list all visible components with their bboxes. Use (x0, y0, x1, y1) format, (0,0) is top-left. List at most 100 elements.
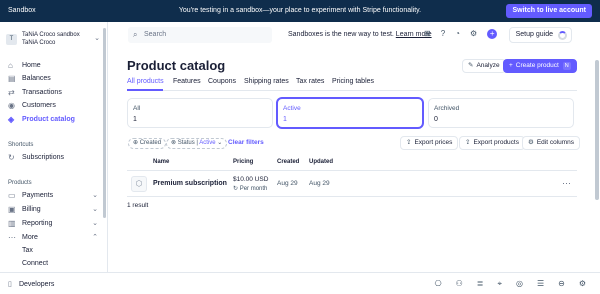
progress-ring-icon (558, 31, 567, 40)
help-icon[interactable]: ? (441, 29, 445, 39)
tab-all-products[interactable]: All products (127, 78, 164, 85)
clear-filters-link[interactable]: Clear filters (228, 139, 264, 146)
shell-icon[interactable]: ☰ (537, 279, 544, 289)
sandbox-notice-text: Sandboxes is the new way to test. (288, 31, 394, 38)
events-icon[interactable]: ⚇ (456, 279, 463, 289)
tab-divider (127, 90, 577, 91)
sidebar-item-customers[interactable]: ◉ Customers (8, 100, 102, 112)
product-image-icon: ⬡ (131, 176, 147, 192)
home-icon: ⌂ (8, 61, 13, 70)
tab-tax-rates[interactable]: Tax rates (296, 78, 324, 85)
edit-columns-button[interactable]: ⚙ Edit columns (522, 136, 581, 150)
apps-icon[interactable]: ⊞ (424, 29, 431, 39)
sandbox-banner: Sandbox You're testing in a sandbox—your… (0, 0, 600, 22)
card-label: Archived (434, 105, 460, 112)
terminal-icon: ▯ (8, 281, 12, 288)
inspect-icon[interactable]: ⌖ (497, 279, 502, 289)
column-header[interactable]: Updated (309, 159, 333, 165)
bottom-bar: ▯ Developers ⎔ ⚇ ≣ ⌖ ◎ ☰ ⊖ ⚙ (0, 272, 600, 294)
sidebar-item-billing[interactable]: ▣ Billing ⌄ (8, 204, 102, 216)
sidebar-item-label: Customers (22, 102, 56, 109)
search-placeholder: Search (144, 31, 167, 38)
product-name[interactable]: Premium subscription (153, 180, 227, 187)
product-price: $10.00 USD (233, 176, 269, 183)
developers-button[interactable]: ▯ Developers (8, 280, 54, 288)
sidebar-item-balances[interactable]: ▤ Balances (8, 73, 102, 85)
account-subname: TaNiA Croco (22, 40, 56, 46)
sidebar-item-label: More (22, 234, 38, 241)
card-label: Active (283, 105, 301, 112)
settings-icon[interactable]: ⚙ (579, 279, 586, 289)
edit-columns-label: Edit columns (536, 139, 575, 146)
close-circle-icon: ⊗ (171, 140, 177, 146)
table-row[interactable]: ⬡ Premium subscription $10.00 USD ↻ Per … (127, 171, 577, 197)
main-scrollbar[interactable] (595, 60, 599, 200)
sidebar-item-label: Billing (22, 206, 41, 213)
more-dots-icon: ⋯ (8, 233, 16, 242)
switch-live-button[interactable]: Switch to live account (506, 4, 592, 18)
setup-guide-button[interactable]: Setup guide (508, 27, 572, 43)
create-product-label: Create product (515, 62, 559, 69)
column-header[interactable]: Name (153, 159, 169, 165)
chevron-down-icon: ⌄ (94, 35, 100, 42)
top-icons: ⊞ ? ◔ ⚙ + (424, 29, 498, 39)
logs-icon[interactable]: ≣ (477, 279, 484, 289)
sidebar-sub-tax[interactable]: Tax (22, 247, 33, 254)
tab-coupons[interactable]: Coupons (208, 78, 236, 85)
search-input[interactable]: ⌕ Search (128, 27, 272, 43)
expand-icon[interactable]: ⊖ (558, 279, 565, 289)
tab-shipping-rates[interactable]: Shipping rates (244, 78, 289, 85)
subscriptions-icon: ↻ (8, 153, 15, 162)
export-products-label: Export products (473, 139, 519, 146)
sidebar-item-product-catalog[interactable]: ◈ Product catalog (8, 114, 102, 126)
export-icon: ⇪ (406, 139, 412, 146)
sidebar-item-reporting[interactable]: ▥ Reporting ⌄ (8, 218, 102, 230)
tab-features[interactable]: Features (173, 78, 201, 85)
price-interval: ↻ Per month (233, 186, 268, 192)
export-icon: ⇪ (465, 139, 471, 146)
export-prices-label: Export prices (414, 139, 453, 146)
setup-guide-label: Setup guide (515, 31, 553, 38)
filter-label: Status (177, 140, 195, 146)
created-date: Aug 29 (277, 180, 298, 187)
sidebar-item-transactions[interactable]: ⇄ Transactions (8, 87, 102, 99)
analyze-icon: ✎ (468, 62, 474, 69)
account-switcher[interactable]: T TaNiA Croco sandbox TaNiA Croco ⌄ (6, 29, 102, 51)
tab-pricing-tables[interactable]: Pricing tables (332, 78, 374, 85)
card-count: 1 (283, 116, 287, 123)
sidebar-item-payments[interactable]: ▭ Payments ⌄ (8, 190, 102, 202)
filter-status[interactable]: ⊗ Status | Active ⌄ (166, 138, 228, 149)
sidebar-item-subscriptions[interactable]: ↻ Subscriptions (8, 152, 102, 164)
webhooks-icon[interactable]: ◎ (516, 279, 523, 289)
sidebar-item-label: Balances (22, 75, 51, 82)
bell-icon[interactable]: ◔ (455, 29, 460, 39)
analyze-button[interactable]: ✎ Analyze (462, 59, 506, 73)
create-product-button[interactable]: + Create product N (503, 59, 577, 73)
export-prices-button[interactable]: ⇪ Export prices (400, 136, 459, 150)
payments-icon: ▭ (8, 191, 16, 200)
sidebar-item-more[interactable]: ⋯ More ⌃ (8, 232, 102, 244)
status-card-archived[interactable]: Archived 0 (428, 98, 574, 128)
status-card-all[interactable]: All 1 (127, 98, 273, 128)
shortcuts-title: Shortcuts (8, 142, 34, 148)
search-icon: ⌕ (133, 30, 138, 39)
workbench-icon[interactable]: ⎔ (435, 279, 442, 289)
developers-label: Developers (18, 281, 55, 288)
filter-value: Active (199, 140, 216, 146)
status-card-active[interactable]: Active 1 (277, 98, 423, 128)
filter-created[interactable]: ⊕ Created (128, 138, 167, 149)
column-header[interactable]: Pricing (233, 159, 253, 165)
shortcut-key: N (562, 62, 571, 70)
sidebar-sub-connect[interactable]: Connect (22, 260, 48, 267)
sidebar: T TaNiA Croco sandbox TaNiA Croco ⌄ ⌂ Ho… (0, 22, 108, 272)
chevron-down-icon: ⌄ (217, 140, 223, 146)
sidebar-scrollbar[interactable] (103, 28, 106, 218)
sidebar-item-home[interactable]: ⌂ Home (8, 60, 102, 72)
plus-icon[interactable]: + (487, 29, 498, 39)
gear-icon[interactable]: ⚙ (470, 29, 477, 39)
export-products-button[interactable]: ⇪ Export products (459, 136, 525, 150)
account-name: TaNiA Croco sandbox (22, 32, 80, 38)
row-menu-icon[interactable]: ⋯ (562, 178, 571, 189)
column-header[interactable]: Created (277, 159, 299, 165)
interval-label: Per month (239, 186, 268, 192)
